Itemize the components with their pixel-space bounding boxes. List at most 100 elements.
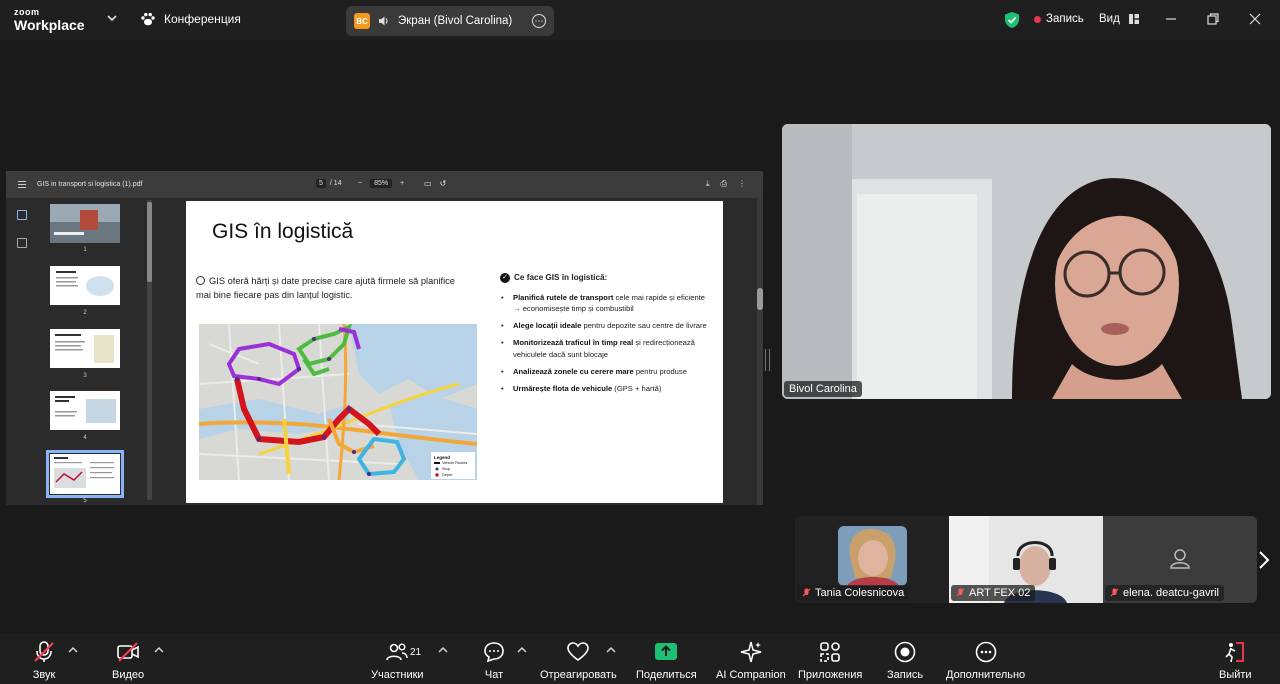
record-button[interactable]: Запись (887, 640, 923, 681)
logo-zoom-text: zoom (14, 7, 40, 17)
participant-tile[interactable]: Tania Colesnicova (795, 516, 949, 603)
slide-intro: GIS oferă hărți și date precise care aju… (196, 274, 466, 302)
zoom-in-button[interactable]: + (400, 180, 404, 187)
print-icon[interactable]: ⎙ (721, 179, 727, 189)
page-thumbnail-3[interactable] (50, 329, 120, 368)
globe-icon (196, 276, 205, 285)
thumbnail-number: 5 (83, 498, 87, 504)
more-vert-icon[interactable]: ⋮ (738, 179, 746, 189)
more-options-icon[interactable]: ⋯ (532, 14, 546, 28)
participant-name-tag: Tania Colesnicova (797, 585, 910, 601)
fit-page-icon[interactable]: ▭ (424, 179, 432, 188)
meeting-title: Конференция (164, 12, 241, 26)
thumbnail-5-image (54, 457, 114, 488)
page-number-input[interactable]: 5 (316, 179, 326, 188)
audio-label: Звук (32, 669, 56, 681)
slide-title: GIS în logistică (212, 220, 354, 243)
view-button[interactable]: Вид (1099, 13, 1140, 25)
record-dot-icon (1034, 15, 1041, 23)
share-label: Экран (Bivol Carolina) (398, 15, 513, 27)
apps-icon (820, 642, 840, 662)
zoom-out-button[interactable]: − (358, 180, 362, 187)
legend-depot: Depot (442, 473, 453, 477)
pdf-toolbar: GIS in transport si logistica (1).pdf 5 … (6, 171, 763, 198)
slide-right-column: ✓ Ce face GIS în logistică: Planifică ru… (500, 272, 720, 400)
active-speaker-video[interactable]: Bivol Carolina (782, 124, 1271, 399)
apps-button[interactable]: Приложения (798, 640, 862, 681)
presenter-avatar: BC (354, 13, 370, 29)
video-label: Видео (112, 669, 145, 681)
participant-name-tag: elena. deatcu-gavril (1105, 585, 1225, 601)
recording-indicator[interactable]: Запись (1034, 13, 1084, 25)
participants-count: 21 (410, 647, 422, 658)
pdf-thumbnail-sidebar: 1 2 3 4 5 (6, 198, 153, 505)
bullet-item: Urmărește flota de vehicule (GPS + hartă… (500, 383, 720, 395)
download-icon[interactable]: ⤓ (706, 179, 710, 189)
leave-button[interactable]: Выйти (1219, 640, 1252, 681)
zoom-level[interactable]: 85% (370, 179, 393, 188)
chat-icon (484, 642, 504, 663)
chevron-up-icon[interactable] (438, 646, 448, 654)
mic-muted-icon (34, 641, 54, 662)
chevron-up-icon[interactable] (517, 646, 527, 654)
record-icon (894, 641, 916, 663)
more-label: Дополнительно (946, 669, 1026, 681)
check-circle-icon: ✓ (500, 272, 510, 283)
close-icon[interactable] (1248, 12, 1262, 26)
thumbnail-2-image (56, 271, 114, 296)
thumbnail-4-image (55, 396, 116, 423)
outline-tab-icon[interactable] (17, 238, 27, 248)
legend-title: Legend (434, 455, 450, 460)
zoom-window: { "app": { "logo_line1": "zoom", "logo_l… (0, 0, 1280, 684)
share-button[interactable]: Поделиться (636, 640, 697, 681)
pdf-view-tools: ▭ ↺ (424, 179, 446, 188)
bullet-item: Monitorizează traficul în timp real și r… (500, 337, 720, 360)
more-button[interactable]: Дополнительно (946, 640, 1025, 681)
minimize-icon[interactable] (1164, 12, 1178, 26)
view-label: Вид (1099, 13, 1120, 25)
more-horizontal-icon (975, 641, 996, 663)
shield-check-icon[interactable] (1004, 11, 1020, 29)
participants-label: Участники (371, 669, 424, 681)
sidebar-scrollbar[interactable] (147, 200, 152, 500)
page-total: / 14 (329, 180, 342, 187)
chevron-up-icon[interactable] (68, 646, 78, 654)
record-label: Запись (887, 669, 924, 681)
page-thumbnail-2[interactable] (50, 266, 120, 305)
chat-button[interactable]: Чат (482, 640, 506, 681)
resize-handle[interactable] (765, 349, 770, 371)
video-off-icon (117, 642, 139, 662)
thumbnail-number: 3 (83, 373, 87, 379)
chevron-up-icon[interactable] (154, 646, 164, 654)
screen-share-indicator[interactable]: BC Экран (Bivol Carolina) ⋯ (346, 6, 554, 36)
thumbnails-tab-icon[interactable] (17, 210, 27, 220)
bullet-item: Alege locații ideale pentru depozite sau… (500, 320, 720, 332)
pdf-filename: GIS in transport si logistica (1).pdf (37, 181, 143, 188)
page-thumbnail-1[interactable] (50, 204, 120, 243)
chevron-right-icon[interactable] (1256, 549, 1272, 571)
video-button[interactable]: Видео (112, 640, 144, 681)
hamburger-menu-icon[interactable] (18, 181, 26, 188)
page-scrollbar[interactable] (757, 198, 763, 505)
chevron-up-icon[interactable] (606, 646, 616, 654)
zoom-workplace-logo: zoom Workplace (14, 7, 85, 33)
meeting-info[interactable]: Конференция (140, 12, 241, 26)
speaker-icon (379, 16, 388, 26)
slide-intro-text: GIS oferă hărți și date precise care aju… (196, 276, 455, 300)
bullet-subline: → economisește timp și combustibil (513, 304, 634, 313)
page-thumbnail-5-selected[interactable] (46, 450, 124, 498)
rotate-icon[interactable]: ↺ (440, 179, 447, 188)
logo-workplace-text: Workplace (14, 17, 85, 33)
paw-icon (141, 12, 155, 26)
restore-icon[interactable] (1206, 12, 1220, 26)
recording-label: Запись (1046, 13, 1084, 25)
ai-companion-button[interactable]: AI Companion (716, 640, 786, 681)
share-label: Поделиться (636, 669, 697, 681)
chevron-down-icon[interactable] (106, 12, 118, 24)
thumbnail-number: 1 (83, 247, 87, 253)
page-thumbnail-4[interactable] (50, 391, 120, 430)
route-map-image: Legend Vehicle Routes Stop Depot (199, 324, 477, 480)
participant-tile[interactable]: ART FEX 02 (949, 516, 1103, 603)
audio-button[interactable]: Звук (32, 640, 56, 681)
participant-tile[interactable]: elena. deatcu-gavril (1103, 516, 1257, 603)
